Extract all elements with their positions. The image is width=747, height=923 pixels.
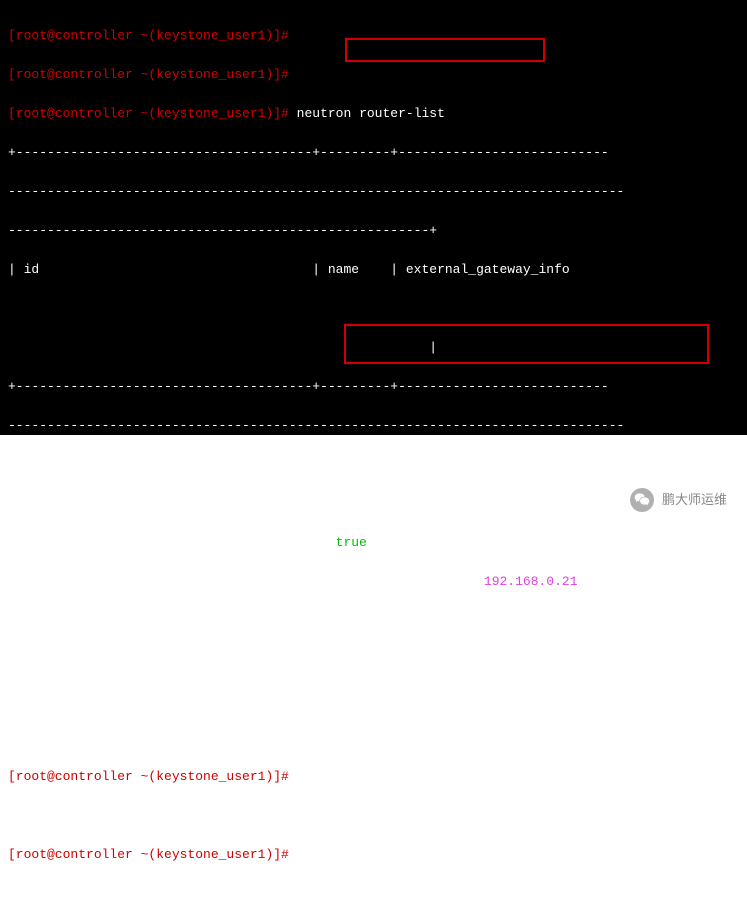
shell-prompt: [root@controller ~(keystone_user1)]# <box>8 106 289 121</box>
command-text: neutron router-list <box>297 106 445 121</box>
command-line: [root@controller ~(keystone_user1)]# neu… <box>8 767 739 787</box>
table-border: ----------------------------------------… <box>8 455 739 475</box>
command-text: neutron router-gateway-clear router0 <box>297 769 578 784</box>
table-border: ----------------------------------------… <box>8 416 739 436</box>
ip-address: 192.168.0.21 <box>484 574 578 589</box>
table-border: ----------------------------------------… <box>8 650 739 670</box>
shell-prompt: [root@controller ~(keystone_user1)]# <box>8 67 289 82</box>
table-border: +--------------------------------------+… <box>8 611 739 631</box>
table-header <box>8 299 739 319</box>
watermark-text: 鹏大师运维 <box>662 490 727 510</box>
table-border: +--------------------------------------+… <box>8 377 739 397</box>
terminal-window[interactable]: [root@controller ~(keystone_user1)]# [ro… <box>0 0 747 435</box>
table-header: | id | name | external_gateway_info <box>8 260 739 280</box>
table-border: ----------------------------------------… <box>8 689 739 709</box>
watermark: 鹏大师运维 <box>630 488 727 512</box>
table-row: b-4c1c-a4c6-46eca14c18aa", "enable_snat"… <box>8 533 739 553</box>
table-border: ----------------------------------------… <box>8 182 739 202</box>
shell-prompt: [root@controller ~(keystone_user1)]# <box>8 28 289 43</box>
command-line: [root@controller ~(keystone_user1)]# neu… <box>8 104 739 124</box>
cursor-icon <box>297 847 305 861</box>
table-border: ----------------------------------------… <box>8 221 739 241</box>
shell-prompt: [root@controller ~(keystone_user1)]# <box>8 769 289 784</box>
row-text: b-4c1c-a4c6-46eca14c18aa", "enable_snat"… <box>8 535 336 550</box>
prompt-line: [root@controller ~(keystone_user1)]# <box>8 26 739 46</box>
output-line: Removed gateway from router router0 <box>8 806 739 826</box>
row-text: "}]} | <box>578 574 625 589</box>
row-text: , "external_fixed_ips": [{"subnet <box>367 535 624 550</box>
json-boolean: true <box>336 535 367 550</box>
blank-line <box>8 728 739 748</box>
prompt-line: [root@controller ~(keystone_user1)]# <box>8 65 739 85</box>
wechat-icon <box>630 488 654 512</box>
shell-prompt: [root@controller ~(keystone_user1)]# <box>8 847 289 862</box>
table-header: | <box>8 338 739 358</box>
table-row: _id": "b53b0d14-0010-41cd-b90a-e091ee95d… <box>8 572 739 592</box>
prompt-line: [root@controller ~(keystone_user1)]# <box>8 845 739 865</box>
row-text: _id": "b53b0d14-0010-41cd-b90a-e091ee95d… <box>8 574 484 589</box>
table-border: +--------------------------------------+… <box>8 143 739 163</box>
